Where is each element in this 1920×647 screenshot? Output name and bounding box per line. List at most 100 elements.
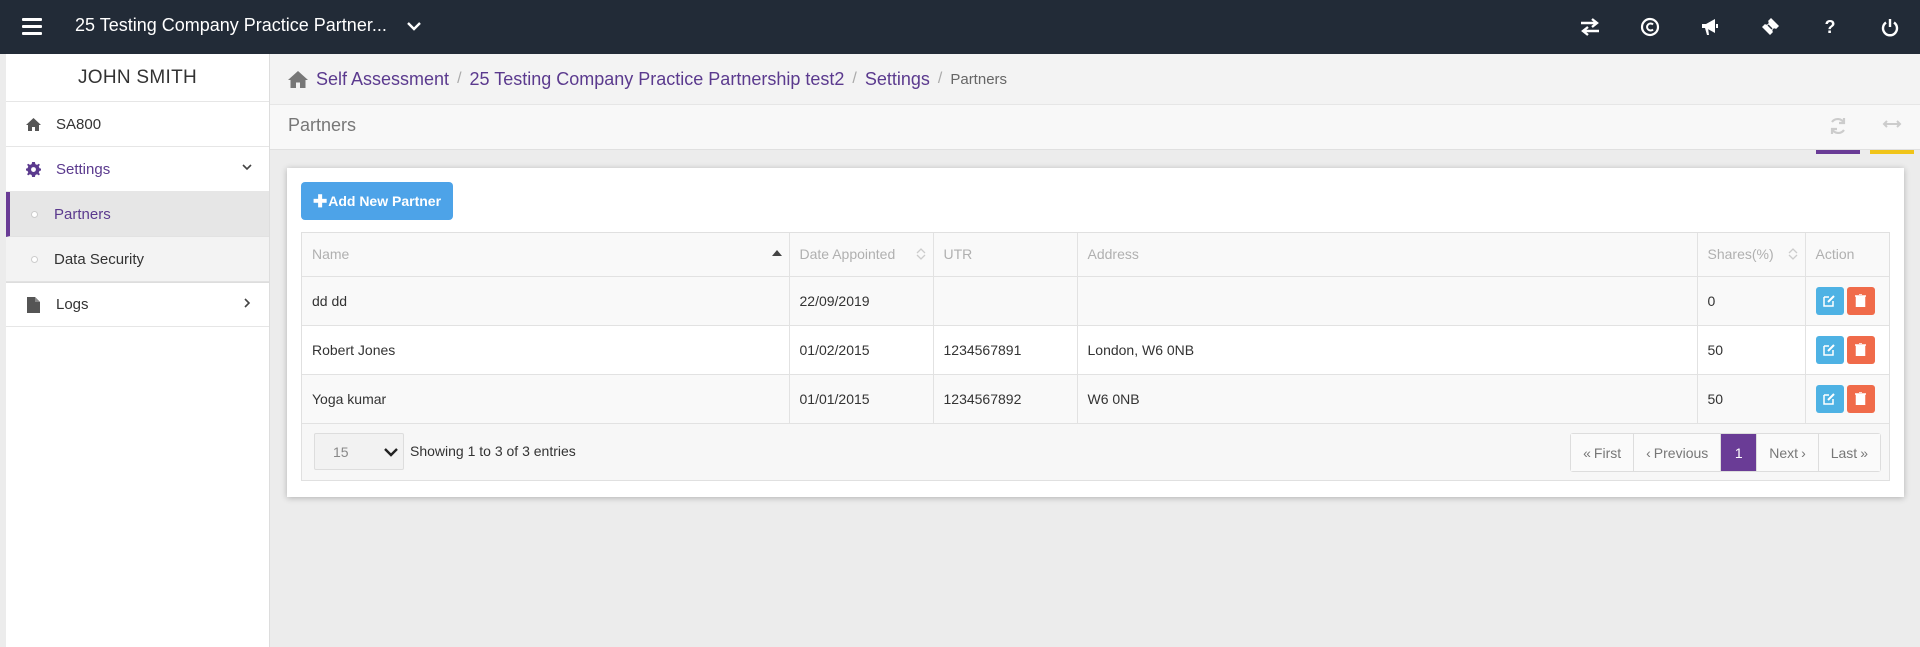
top-bar: 25 Testing Company Practice Partner... ? [0,0,1920,54]
expand-button[interactable] [1870,117,1914,154]
breadcrumb: Self Assessment / 25 Testing Company Pra… [270,54,1920,104]
cell-date: 22/09/2019 [789,276,934,326]
user-name: JOHN SMITH [6,54,269,102]
edit-button[interactable] [1815,384,1844,413]
sidebar-item-logs[interactable]: Logs [6,282,269,327]
edit-button[interactable] [1815,335,1844,364]
edit-icon [1823,295,1835,307]
column-header-utr: UTR [933,233,1078,277]
sidebar-item-sa800[interactable]: SA800 [6,102,269,147]
cell-address [1077,276,1698,326]
expand-icon [1882,120,1902,128]
column-header-address: Address [1077,233,1698,277]
column-header-name[interactable]: Name [302,233,790,277]
breadcrumb-link[interactable]: Self Assessment [316,69,449,90]
cell-action [1805,276,1889,326]
cell-name: dd dd [302,276,790,326]
chevron-left-icon: ‹ [1646,444,1651,461]
delete-button[interactable] [1846,286,1875,315]
company-name[interactable]: 25 Testing Company Practice Partner... [75,15,387,36]
sidebar-item-label: Data Security [54,250,145,268]
chevron-down-icon[interactable] [404,16,424,36]
sidebar-item-data-security[interactable]: Data Security [6,237,269,282]
sidebar-item-label: Logs [56,296,89,313]
sort-ascending-icon [771,250,782,256]
cell-action [1805,325,1889,375]
delete-button[interactable] [1846,384,1875,413]
column-header-action: Action [1805,233,1889,277]
add-new-partner-button[interactable]: ✚ Add New Partner [301,182,453,220]
page-next-button[interactable]: Next › [1757,434,1819,471]
page-last-button[interactable]: Last » [1818,434,1880,471]
table-footer: 15 Showing 1 to 3 of 3 entries « First ‹… [302,425,1889,480]
cell-shares: 50 [1697,374,1806,424]
cell-address: London, W6 0NB [1077,325,1698,375]
entries-info: Showing 1 to 3 of 3 entries [410,443,576,459]
cell-utr [933,276,1078,326]
bullet-icon [31,211,38,218]
refresh-icon [1830,117,1846,135]
page-title: Partners [288,115,357,135]
refresh-button[interactable] [1816,117,1860,154]
page-header: Partners [270,104,1920,154]
breadcrumb-separator: / [937,70,943,87]
chevron-right-icon [244,298,251,308]
chevron-down-icon [242,164,252,171]
table-row: dd dd 22/09/2019 0 [302,276,1889,326]
partners-table: Name Date Appointed UTR Address Shares(%… [302,233,1889,424]
cell-name: Yoga kumar [302,374,790,424]
page-previous-button[interactable]: ‹ Previous [1634,434,1722,471]
copyright-icon[interactable] [1620,0,1680,54]
cell-shares: 0 [1697,276,1806,326]
double-chevron-left-icon: « [1583,444,1591,461]
menu-icon[interactable] [22,18,42,35]
cell-action [1805,374,1889,424]
home-icon[interactable] [288,70,308,88]
chevron-right-icon: › [1801,444,1806,461]
breadcrumb-separator: / [457,70,462,87]
pagination: « First ‹ Previous 1 Next › Last » [1570,433,1881,472]
sidebar-item-label: Settings [56,160,111,178]
help-icon[interactable]: ? [1800,0,1860,54]
breadcrumb-current: Partners [950,70,1008,88]
plus-icon: ✚ [312,191,328,211]
power-icon[interactable] [1860,0,1920,54]
trash-icon [1855,343,1866,356]
sidebar-item-label: SA800 [56,115,102,133]
delete-button[interactable] [1846,335,1875,364]
double-chevron-right-icon: » [1860,444,1868,461]
cell-shares: 50 [1697,325,1806,375]
page-size-select[interactable]: 15 [314,433,404,470]
page-size-value: 15 [333,443,349,460]
bullet-icon [31,256,38,263]
page-1-button[interactable]: 1 [1721,434,1758,471]
column-header-date-appointed[interactable]: Date Appointed [789,233,934,277]
breadcrumb-link[interactable]: 25 Testing Company Practice Partnership … [470,69,845,90]
transfer-icon[interactable] [1560,0,1620,54]
home-icon [24,116,42,132]
cell-address: W6 0NB [1077,374,1698,424]
sidebar-item-partners[interactable]: Partners [6,192,269,237]
column-header-shares[interactable]: Shares(%) [1697,233,1806,277]
partners-panel: ✚ Add New Partner Name Date Appointed UT… [287,168,1904,497]
table-row: Yoga kumar 01/01/2015 1234567892 W6 0NB … [302,374,1889,424]
edit-icon [1823,344,1835,356]
partners-table-wrapper: Name Date Appointed UTR Address Shares(%… [301,232,1890,481]
sidebar-item-settings[interactable]: Settings [6,147,269,192]
cell-date: 01/01/2015 [789,374,934,424]
breadcrumb-link[interactable]: Settings [865,69,930,90]
cell-utr: 1234567891 [933,325,1078,375]
ticket-icon[interactable] [1740,0,1800,54]
breadcrumb-separator: / [852,70,857,87]
sort-icon [1788,248,1797,260]
edit-icon [1823,393,1835,405]
gear-icon [24,161,42,177]
bullhorn-icon[interactable] [1680,0,1740,54]
cell-name: Robert Jones [302,325,790,375]
edit-button[interactable] [1815,286,1844,315]
trash-icon [1855,294,1866,307]
sidebar: JOHN SMITH SA800 Settings Partners Data … [0,54,270,647]
file-icon [24,296,42,313]
page-first-button[interactable]: « First [1571,434,1635,471]
cell-date: 01/02/2015 [789,325,934,375]
